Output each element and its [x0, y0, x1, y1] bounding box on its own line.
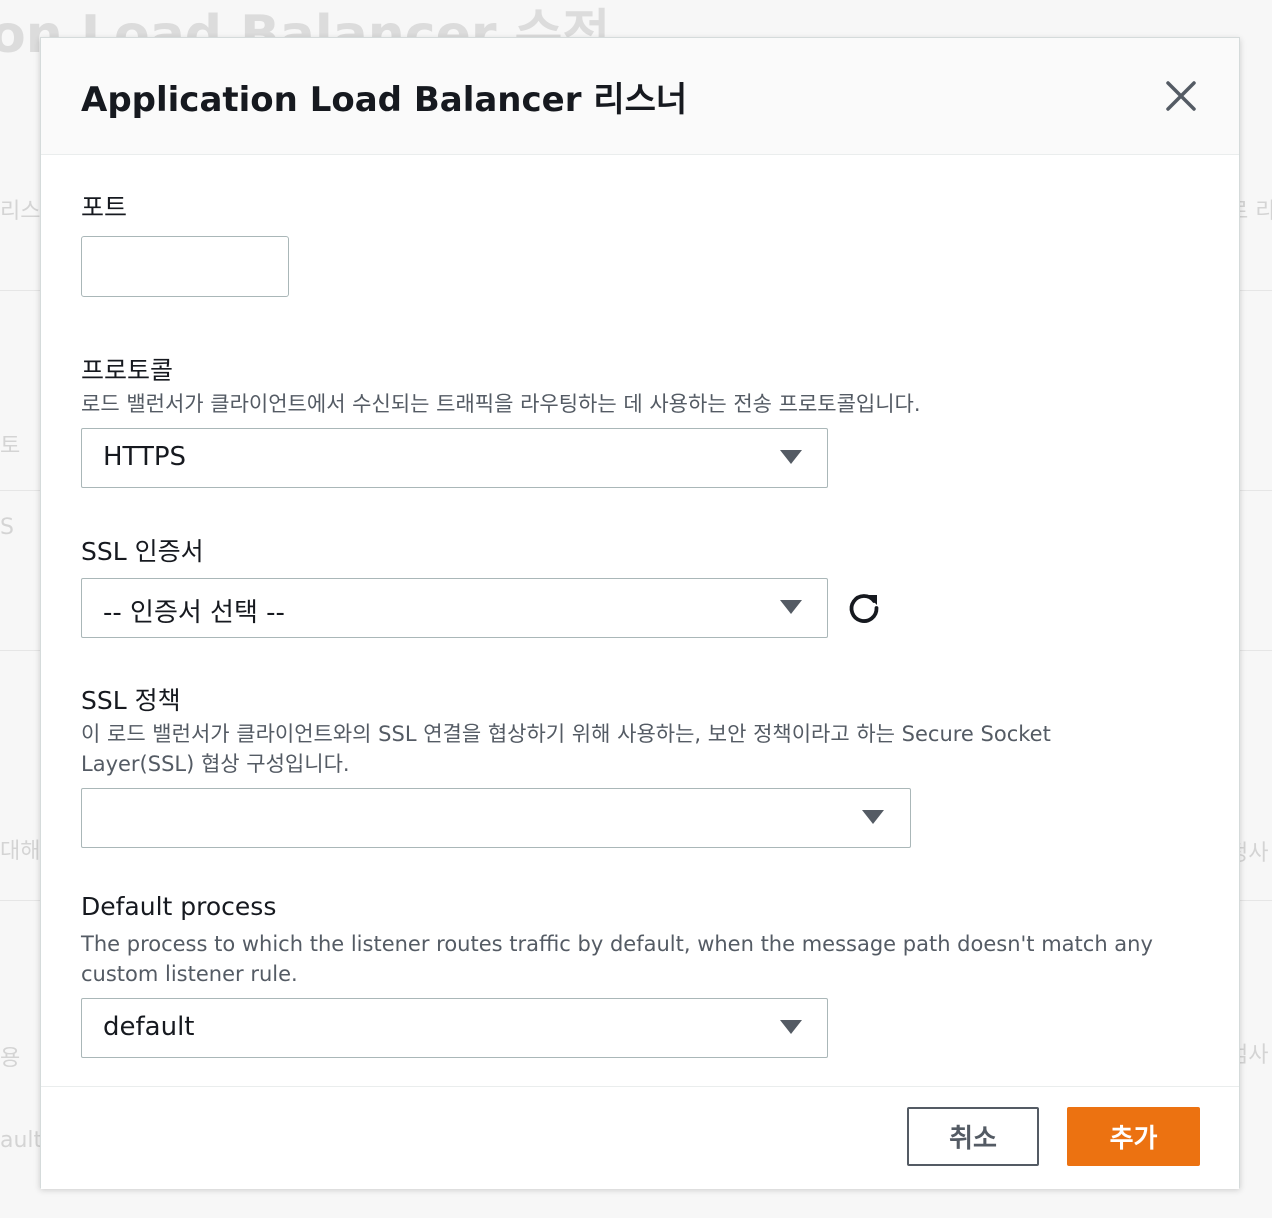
background-text: 리스 — [0, 199, 41, 224]
protocol-description: 로드 밸런서가 클라이언트에서 수신되는 트래픽을 라우팅하는 데 사용하는 전… — [81, 392, 921, 416]
background-text: 토 — [0, 434, 21, 459]
background-text: 용 — [0, 1046, 21, 1071]
add-button[interactable]: 추가 — [1067, 1107, 1200, 1166]
modal-footer: 취소 추가 — [41, 1086, 1239, 1189]
ssl-certificate-select[interactable]: -- 인증서 선택 -- — [81, 578, 828, 638]
chevron-down-icon — [780, 600, 802, 614]
chevron-down-icon — [780, 1020, 802, 1034]
default-process-select-value: default — [103, 1012, 195, 1042]
ssl-certificate-select-value: -- 인증서 선택 -- — [103, 598, 285, 628]
ssl-certificate-label: SSL 인증서 — [81, 537, 204, 566]
cancel-button[interactable]: 취소 — [907, 1107, 1039, 1166]
close-icon — [1166, 81, 1196, 111]
ssl-policy-select[interactable] — [81, 788, 911, 848]
port-label: 포트 — [81, 193, 128, 222]
chevron-down-icon — [780, 450, 802, 464]
protocol-select-value: HTTPS — [103, 442, 187, 472]
refresh-icon — [849, 594, 879, 623]
background-text: 대해 — [0, 839, 41, 864]
protocol-select[interactable]: HTTPS — [81, 428, 828, 488]
protocol-label: 프로토콜 — [81, 356, 174, 385]
background-text: S — [0, 515, 14, 540]
listener-modal: Application Load Balancer 리스너 포트 프로토콜 로드… — [40, 37, 1240, 1189]
close-button[interactable] — [1163, 78, 1199, 114]
default-process-description: The process to which the listener routes… — [81, 932, 1153, 986]
ssl-policy-description: 이 로드 밸런서가 클라이언트와의 SSL 연결을 협상하기 위해 사용하는, … — [81, 722, 1051, 776]
default-process-select[interactable]: default — [81, 998, 828, 1058]
ssl-policy-label: SSL 정책 — [81, 686, 181, 715]
chevron-down-icon — [862, 810, 884, 824]
modal-header: Application Load Balancer 리스너 — [41, 38, 1239, 155]
refresh-certificates-button[interactable] — [845, 589, 883, 627]
port-input[interactable] — [81, 236, 289, 297]
default-process-label: Default process — [81, 892, 277, 921]
background-text: ault — [0, 1128, 43, 1153]
modal-title: Application Load Balancer 리스너 — [81, 80, 688, 120]
